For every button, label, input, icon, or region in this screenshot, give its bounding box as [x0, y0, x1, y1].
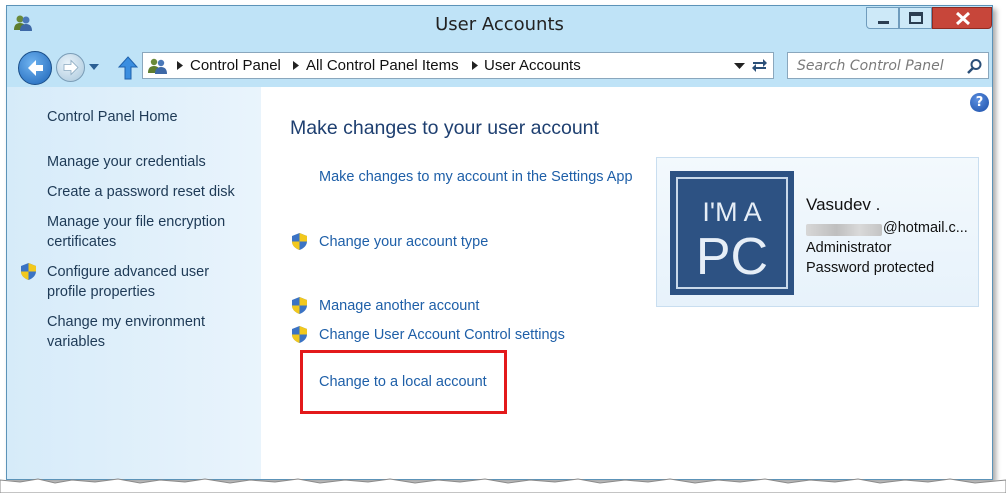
redacted-email-prefix [806, 224, 882, 236]
address-bar[interactable]: Control Panel All Control Panel Items Us… [142, 52, 773, 79]
help-icon[interactable]: ? [970, 93, 989, 112]
account-password-status: Password protected [806, 260, 935, 276]
sidebar-item-file-encryption[interactable]: Manage your file encryption certificates [47, 212, 242, 252]
sidebar-item-advanced-profile[interactable]: Configure advanced user profile properti… [47, 262, 232, 302]
avatar[interactable]: I'M A PC [670, 171, 794, 295]
close-icon [955, 11, 971, 26]
breadcrumb-separator-icon[interactable] [472, 61, 478, 70]
sidebar-item-control-panel-home[interactable]: Control Panel Home [47, 107, 252, 127]
recent-pages-icon[interactable] [87, 61, 101, 73]
avatar-image: I'M A PC [670, 171, 794, 295]
main-content: ? Make changes to your user account Make… [261, 87, 992, 479]
left-task-pane: Control Panel Home Manage your credentia… [7, 87, 261, 479]
uac-shield-icon [21, 263, 36, 280]
maximize-icon [909, 12, 923, 24]
title-bar[interactable]: User Accounts [7, 6, 992, 42]
task-settings-app[interactable]: Make changes to my account in the Settin… [319, 169, 633, 185]
minimize-icon [878, 21, 889, 24]
back-button[interactable] [18, 51, 52, 85]
refresh-icon [752, 59, 767, 72]
page-title: Make changes to your user account [290, 117, 599, 139]
sidebar-item-password-reset-disk[interactable]: Create a password reset disk [47, 182, 252, 202]
sidebar-item-manage-credentials[interactable]: Manage your credentials [47, 152, 252, 172]
account-name: Vasudev . [806, 195, 881, 214]
sidebar-item-environment-variables[interactable]: Change my environment variables [47, 312, 232, 352]
task-change-account-type[interactable]: Change your account type [319, 234, 488, 250]
breadcrumb-separator-icon[interactable] [177, 61, 183, 70]
uac-shield-icon [292, 297, 307, 314]
control-panel-icon [148, 58, 167, 74]
search-input[interactable]: Search Control Panel [787, 52, 989, 79]
breadcrumb-user-accounts[interactable]: User Accounts [484, 57, 581, 74]
avatar-text-line-1: I'M A [702, 197, 761, 227]
minimize-button[interactable] [866, 7, 899, 29]
forward-arrow-icon [63, 59, 79, 76]
task-change-to-local-account[interactable]: Change to a local account [319, 374, 487, 390]
account-role: Administrator [806, 240, 892, 256]
breadcrumb-control-panel[interactable]: Control Panel [190, 57, 281, 74]
account-email: @hotmail.c... [883, 220, 968, 236]
window-title: User Accounts [435, 14, 564, 35]
search-placeholder: Search Control Panel [797, 58, 944, 74]
uac-shield-icon [292, 233, 307, 250]
forward-button[interactable] [56, 53, 85, 82]
up-arrow-icon[interactable] [117, 55, 139, 81]
chevron-down-icon[interactable] [734, 62, 745, 70]
task-manage-another-account[interactable]: Manage another account [319, 298, 479, 314]
breadcrumb-all-items[interactable]: All Control Panel Items [306, 57, 459, 74]
refresh-button[interactable] [746, 52, 774, 79]
maximize-button[interactable] [899, 7, 932, 29]
account-card: I'M A PC Vasudev . @hotmail.c... Adminis… [656, 157, 979, 307]
torn-edge [0, 478, 1006, 493]
search-icon[interactable] [966, 58, 983, 75]
avatar-text-line-2: PC [696, 228, 768, 286]
task-uac-settings[interactable]: Change User Account Control settings [319, 327, 565, 343]
close-button[interactable] [932, 7, 992, 29]
breadcrumb-separator-icon[interactable] [293, 61, 299, 70]
back-arrow-icon [28, 60, 43, 76]
uac-shield-icon [292, 326, 307, 343]
user-accounts-window: User Accounts Control Panel All Control … [6, 5, 993, 480]
